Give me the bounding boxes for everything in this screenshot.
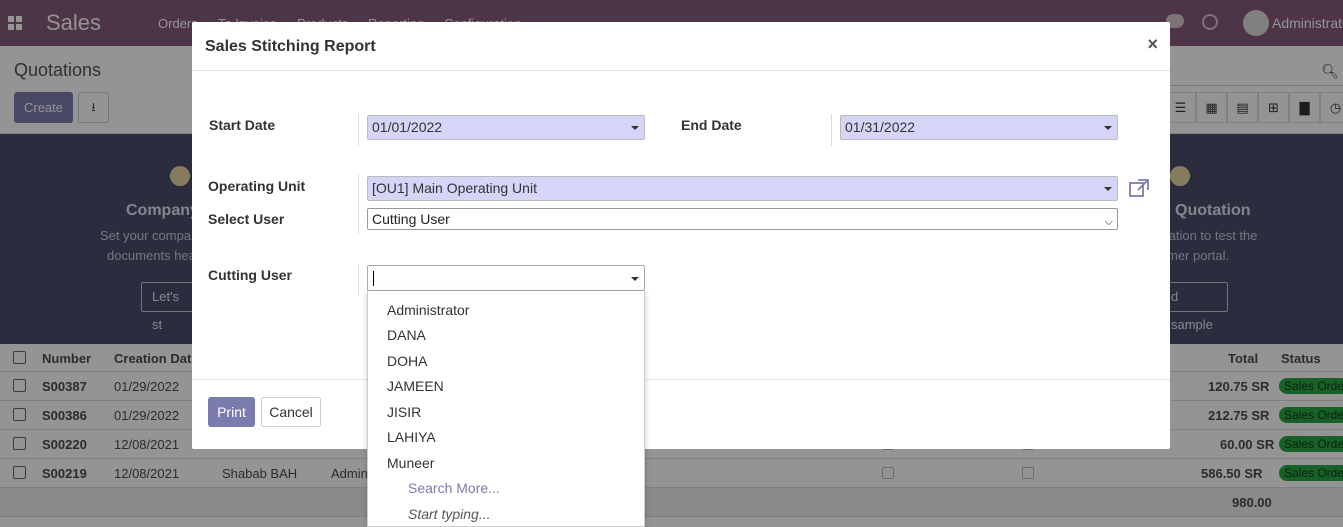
autocomplete-option[interactable]: JAMEEN (387, 378, 444, 394)
operating-unit-label: Operating Unit (208, 178, 306, 194)
print-button[interactable]: Print (208, 397, 255, 427)
select-user-dropdown[interactable]: Cutting User ⌵ (367, 208, 1118, 230)
cutting-user-label: Cutting User (208, 267, 292, 283)
select-user-value: Cutting User (372, 211, 450, 227)
start-date-value: 01/01/2022 (372, 119, 443, 135)
dialog-footer: Print Cancel (192, 379, 1170, 449)
caret-down-icon (1104, 187, 1112, 191)
cancel-button[interactable]: Cancel (261, 397, 321, 427)
select-user-label: Select User (208, 211, 285, 227)
operating-unit-field[interactable]: [OU1] Main Operating Unit (367, 176, 1118, 201)
autocomplete-option[interactable]: Administrator (387, 302, 469, 318)
divider (358, 114, 359, 146)
start-typing-hint: Start typing... (408, 506, 491, 522)
end-date-value: 01/31/2022 (845, 119, 916, 135)
divider (358, 174, 359, 234)
dialog-header: Sales Stitching Report × (192, 22, 1170, 71)
caret-down-icon (1104, 126, 1112, 130)
start-date-field[interactable]: 01/01/2022 (367, 115, 645, 140)
caret-down-icon[interactable] (631, 277, 639, 281)
caret-down-icon (631, 126, 639, 130)
autocomplete-option[interactable]: DOHA (387, 353, 427, 369)
autocomplete-option[interactable]: Muneer (387, 455, 434, 471)
sales-stitching-report-dialog: Sales Stitching Report × Start Date 01/0… (192, 22, 1170, 449)
autocomplete-option[interactable]: DANA (387, 327, 426, 343)
autocomplete-option[interactable]: LAHIYA (387, 429, 436, 445)
end-date-field[interactable]: 01/31/2022 (840, 115, 1118, 140)
cutting-user-autocomplete: Administrator DANA DOHA JAMEEN JISIR LAH… (367, 291, 645, 527)
autocomplete-option[interactable]: JISIR (387, 404, 421, 420)
text-cursor (373, 271, 374, 286)
start-date-label: Start Date (209, 117, 276, 133)
chevron-down-icon: ⌵ (1104, 216, 1113, 228)
divider (831, 114, 832, 146)
divider (358, 264, 359, 296)
external-link-icon[interactable] (1129, 179, 1149, 197)
dialog-title: Sales Stitching Report (205, 38, 376, 55)
close-icon[interactable]: × (1147, 34, 1158, 55)
search-more-link[interactable]: Search More... (408, 480, 500, 496)
operating-unit-value: [OU1] Main Operating Unit (372, 180, 537, 196)
end-date-label: End Date (681, 117, 742, 133)
cutting-user-input[interactable] (367, 265, 645, 291)
